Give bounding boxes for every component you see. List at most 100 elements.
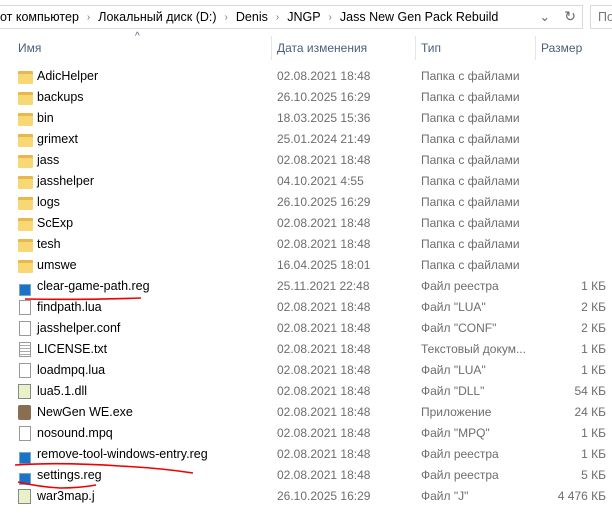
file-row[interactable]: findpath.lua 02.08.2021 18:48 Файл "LUA"…	[0, 297, 612, 318]
file-size: 54 КБ	[574, 384, 606, 398]
file-name: findpath.lua	[37, 300, 102, 314]
column-type[interactable]: Тип	[421, 41, 441, 55]
chevron-right-icon: ›	[224, 11, 228, 23]
file-date: 02.08.2021 18:48	[277, 363, 371, 377]
refresh-icon[interactable]: ↻	[564, 8, 576, 25]
file-row[interactable]: jasshelper 04.10.2021 4:55 Папка с файла…	[0, 171, 612, 192]
file-name: logs	[37, 195, 60, 209]
breadcrumb-current[interactable]: Jass New Gen Pack Rebuild	[340, 10, 498, 24]
file-icon	[19, 300, 31, 315]
file-row[interactable]: clear-game-path.reg 25.11.2021 22:48 Фай…	[0, 276, 612, 297]
file-name: war3map.j	[37, 489, 95, 503]
file-size: 1 КБ	[581, 363, 606, 377]
file-row[interactable]: LICENSE.txt 02.08.2021 18:48 Текстовый д…	[0, 339, 612, 360]
file-row[interactable]: AdicHelper 02.08.2021 18:48 Папка с файл…	[0, 66, 612, 87]
file-type: Файл "LUA"	[421, 363, 486, 377]
file-type: Файл "CONF"	[421, 321, 497, 335]
column-date[interactable]: Дата изменения	[277, 41, 367, 55]
file-date: 04.10.2021 4:55	[277, 174, 364, 188]
file-row[interactable]: remove-tool-windows-entry.reg 02.08.2021…	[0, 444, 612, 465]
file-row[interactable]: NewGen WE.exe 02.08.2021 18:48 Приложени…	[0, 402, 612, 423]
file-row[interactable]: grimext 25.01.2024 21:49 Папка с файлами	[0, 129, 612, 150]
file-size: 1 КБ	[581, 342, 606, 356]
file-name: settings.reg	[37, 468, 102, 482]
file-row[interactable]: loadmpq.lua 02.08.2021 18:48 Файл "LUA" …	[0, 360, 612, 381]
dll-icon	[18, 489, 31, 504]
file-row[interactable]: umswe 16.04.2025 18:01 Папка с файлами	[0, 255, 612, 276]
file-size: 1 КБ	[581, 279, 606, 293]
breadcrumb-computer[interactable]: от компьютер	[0, 10, 79, 24]
file-date: 02.08.2021 18:48	[277, 384, 371, 398]
file-icon	[19, 363, 31, 378]
file-date: 25.01.2024 21:49	[277, 132, 371, 146]
reg-icon	[19, 473, 31, 485]
column-name[interactable]: Имя	[18, 41, 41, 55]
address-bar[interactable]: от компьютер › Локальный диск (D:) › Denis…	[0, 5, 583, 29]
file-name: nosound.mpq	[37, 426, 113, 440]
file-type: Текстовый докум...	[421, 342, 526, 356]
file-row[interactable]: jass 02.08.2021 18:48 Папка с файлами	[0, 150, 612, 171]
chevron-right-icon: ›	[275, 11, 280, 23]
file-name: loadmpq.lua	[37, 363, 106, 377]
file-date: 02.08.2021 18:48	[277, 216, 371, 230]
file-name: remove-tool-windows-entry.reg	[37, 447, 208, 461]
chevron-right-icon: ›	[86, 11, 91, 23]
column-size[interactable]: Размер	[541, 41, 582, 55]
file-name: NewGen WE.exe	[37, 405, 133, 419]
file-type: Файл "LUA"	[421, 300, 486, 314]
breadcrumb-disk-d[interactable]: Локальный диск (D:)	[98, 10, 216, 24]
file-date: 02.08.2021 18:48	[277, 447, 371, 461]
file-type: Папка с файлами	[421, 258, 520, 272]
file-date: 18.03.2025 15:36	[277, 111, 371, 125]
file-row[interactable]: jasshelper.conf 02.08.2021 18:48 Файл "C…	[0, 318, 612, 339]
file-type: Папка с файлами	[421, 195, 520, 209]
chevron-down-icon[interactable]: ⌄	[540, 9, 550, 24]
file-date: 02.08.2021 18:48	[277, 153, 371, 167]
file-row[interactable]: tesh 02.08.2021 18:48 Папка с файлами	[0, 234, 612, 255]
folder-icon	[18, 176, 33, 189]
file-row[interactable]: settings.reg 02.08.2021 18:48 Файл реест…	[0, 465, 612, 486]
file-row[interactable]: bin 18.03.2025 15:36 Папка с файлами	[0, 108, 612, 129]
file-name: grimext	[37, 132, 78, 146]
file-name: AdicHelper	[37, 69, 99, 83]
file-type: Папка с файлами	[421, 69, 520, 83]
file-type: Файл "MPQ"	[421, 426, 490, 440]
file-row[interactable]: backups 26.10.2025 16:29 Папка с файлами	[0, 87, 612, 108]
file-row[interactable]: nosound.mpq 02.08.2021 18:48 Файл "MPQ" …	[0, 423, 612, 444]
file-size: 1 КБ	[581, 426, 606, 440]
exe-icon	[18, 405, 31, 420]
file-row[interactable]: lua5.1.dll 02.08.2021 18:48 Файл "DLL" 5…	[0, 381, 612, 402]
file-date: 26.10.2025 16:29	[277, 90, 371, 104]
file-name: LICENSE.txt	[37, 342, 108, 356]
file-size: 24 КБ	[574, 405, 606, 419]
file-date: 02.08.2021 18:48	[277, 426, 371, 440]
folder-icon	[18, 260, 33, 273]
file-size: 2 КБ	[581, 300, 606, 314]
file-date: 26.10.2025 16:29	[277, 489, 371, 503]
file-date: 02.08.2021 18:48	[277, 237, 371, 251]
file-name: clear-game-path.reg	[37, 279, 150, 293]
column-header: ^ Имя Дата изменения Тип Размер	[0, 31, 612, 60]
folder-icon	[18, 113, 33, 126]
file-date: 02.08.2021 18:48	[277, 468, 371, 482]
breadcrumb-denis[interactable]: Denis	[236, 10, 268, 24]
file-date: 26.10.2025 16:29	[277, 195, 371, 209]
file-name: jasshelper.conf	[37, 321, 121, 335]
file-size: 5 КБ	[581, 468, 606, 482]
reg-icon	[19, 284, 31, 296]
file-type: Файл реестра	[421, 279, 499, 293]
folder-icon	[18, 239, 33, 252]
file-type: Папка с файлами	[421, 132, 520, 146]
file-row[interactable]: logs 26.10.2025 16:29 Папка с файлами	[0, 192, 612, 213]
search-input[interactable]: По	[590, 5, 612, 29]
file-name: umswe	[37, 258, 77, 272]
file-type: Папка с файлами	[421, 237, 520, 251]
chevron-right-icon: ›	[328, 11, 332, 23]
file-row[interactable]: war3map.j 26.10.2025 16:29 Файл "J" 4 47…	[0, 486, 612, 507]
file-row[interactable]: ScExp 02.08.2021 18:48 Папка с файлами	[0, 213, 612, 234]
file-type: Папка с файлами	[421, 153, 520, 167]
file-name: lua5.1.dll	[37, 384, 88, 398]
folder-icon	[18, 197, 33, 210]
folder-icon	[18, 71, 33, 84]
breadcrumb-jngp[interactable]: JNGP	[287, 10, 320, 24]
